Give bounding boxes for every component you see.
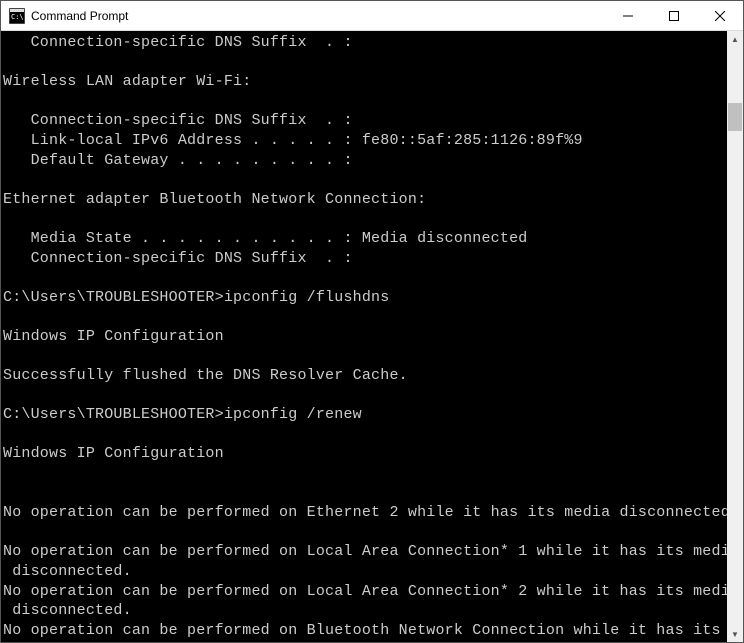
console-line: Wireless LAN adapter Wi-Fi: — [3, 72, 727, 92]
console-line — [3, 53, 727, 73]
maximize-button[interactable] — [651, 1, 697, 30]
console-line: Connection-specific DNS Suffix . : — [3, 111, 727, 131]
scrollbar-track[interactable] — [727, 47, 743, 626]
command-prompt-window: C:\ Command Prompt Connection-specific D… — [0, 0, 744, 643]
console-line: No operation can be performed on Local A… — [3, 542, 727, 562]
console-line: Successfully flushed the DNS Resolver Ca… — [3, 366, 727, 386]
console-line: C:\Users\TROUBLESHOOTER>ipconfig /flushd… — [3, 288, 727, 308]
console-line: Windows IP Configuration — [3, 327, 727, 347]
console-line — [3, 307, 727, 327]
cmd-icon: C:\ — [9, 8, 25, 24]
console-line: C:\Users\TROUBLESHOOTER>ipconfig /renew — [3, 405, 727, 425]
console-line: Media State . . . . . . . . . . . : Medi… — [3, 229, 727, 249]
console-line: No operation can be performed on Local A… — [3, 582, 727, 602]
console-line: Connection-specific DNS Suffix . : — [3, 33, 727, 53]
console-area: Connection-specific DNS Suffix . : Wirel… — [1, 31, 743, 642]
console-line — [3, 523, 727, 543]
console-line — [3, 464, 727, 484]
scrollbar-thumb[interactable] — [728, 103, 742, 131]
console-line: No operation can be performed on Etherne… — [3, 503, 727, 523]
console-line — [3, 425, 727, 445]
console-line: disconnected. — [3, 562, 727, 582]
console-line: Connection-specific DNS Suffix . : — [3, 249, 727, 269]
console-line — [3, 170, 727, 190]
window-controls — [605, 1, 743, 30]
console-line — [3, 268, 727, 288]
console-line: No operation can be performed on Bluetoo… — [3, 621, 727, 641]
scroll-down-arrow[interactable]: ▼ — [727, 626, 743, 642]
titlebar[interactable]: C:\ Command Prompt — [1, 1, 743, 31]
scroll-up-arrow[interactable]: ▲ — [727, 31, 743, 47]
console-line: Windows IP Configuration — [3, 444, 727, 464]
console-line: Link-local IPv6 Address . . . . . : fe80… — [3, 131, 727, 151]
console-line: Ethernet adapter Bluetooth Network Conne… — [3, 190, 727, 210]
window-title: Command Prompt — [31, 9, 605, 23]
console-line — [3, 484, 727, 504]
minimize-button[interactable] — [605, 1, 651, 30]
console-line: disconnected. — [3, 601, 727, 621]
svg-text:C:\: C:\ — [11, 13, 24, 21]
console-line — [3, 386, 727, 406]
console-line: Default Gateway . . . . . . . . . : — [3, 151, 727, 171]
console-line — [3, 209, 727, 229]
console-output[interactable]: Connection-specific DNS Suffix . : Wirel… — [1, 31, 727, 642]
close-button[interactable] — [697, 1, 743, 30]
vertical-scrollbar[interactable]: ▲ ▼ — [727, 31, 743, 642]
console-line — [3, 347, 727, 367]
console-line — [3, 92, 727, 112]
